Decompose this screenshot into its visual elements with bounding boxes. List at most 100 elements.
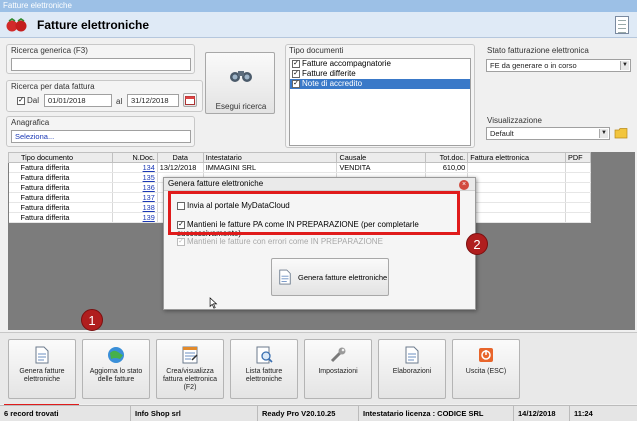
table-cell: 610,00: [425, 162, 469, 173]
table-cell: [467, 202, 566, 213]
date-from-input[interactable]: 01/01/2018: [44, 94, 112, 107]
doc-number-link[interactable]: 136: [112, 182, 158, 193]
elaborazioni-label: Elaborazioni: [392, 368, 432, 375]
tipo-documenti-panel: Tipo documenti ✓ Fatture accompagnatorie …: [285, 44, 475, 148]
impostazioni-label: Impostazioni: [318, 368, 358, 375]
anagrafica-panel: Anagrafica Seleziona...: [6, 116, 195, 147]
chevron-down-icon: ▼: [599, 129, 608, 138]
wrench-icon: [330, 347, 346, 363]
table-cell: Fattura differita: [8, 172, 113, 183]
table-cell: [467, 212, 566, 223]
tipo-item-note-accredito[interactable]: ✓ Note di accredito: [290, 79, 470, 89]
search-input[interactable]: [11, 58, 191, 71]
table-cell: Fattura differita: [8, 192, 113, 203]
anagrafica-label: Anagrafica: [11, 118, 50, 127]
table-cell: [565, 192, 592, 203]
callout-badge-1: 1: [81, 309, 103, 331]
strawberries-logo-icon: [6, 18, 27, 32]
tipo-documenti-list: ✓ Fatture accompagnatorie ✓ Fatture differ…: [289, 58, 471, 146]
checkbox-check-icon: ✓: [292, 69, 300, 78]
table-cell: 13/12/2018: [157, 162, 204, 173]
binoculars-icon: [230, 71, 252, 82]
dal-label: Dal: [27, 96, 40, 105]
column-header[interactable]: Causale: [336, 152, 427, 163]
checkbox-check-icon: ✓: [17, 96, 25, 105]
table-cell: Fattura differita: [8, 182, 113, 193]
table-cell: Fattura differita: [8, 212, 113, 223]
column-header[interactable]: Tipo documento: [8, 152, 113, 163]
table-cell: VENDITA: [336, 162, 427, 173]
elaborazioni-button[interactable]: Elaborazioni: [378, 339, 446, 399]
date-to-input[interactable]: 31/12/2018: [127, 94, 179, 107]
document-icon: [279, 269, 291, 285]
table-cell: [565, 162, 592, 173]
impostazioni-button[interactable]: Impostazioni: [304, 339, 372, 399]
aggiorna-stato-label: Aggiorna lo stato delle fatture: [89, 368, 143, 383]
table-cell: [565, 202, 592, 213]
dal-checkbox[interactable]: ✓ Dal: [17, 96, 39, 105]
genera-fatture-dialog-button-label: Genera fatture elettroniche: [298, 273, 388, 282]
tipo-item-label: Fatture differite: [302, 69, 356, 78]
tipo-item-accompagnatorie[interactable]: ✓ Fatture accompagnatorie: [290, 59, 470, 69]
doc-number-link[interactable]: 138: [112, 202, 158, 213]
doc-number-link[interactable]: 137: [112, 192, 158, 203]
ricerca-data-panel: Ricerca per data fattura ✓ Dal 01/01/2018…: [6, 80, 203, 112]
chevron-down-icon: ▼: [620, 61, 629, 70]
column-header[interactable]: N.Doc.: [111, 152, 158, 163]
tipo-item-label: Note di accredito: [302, 79, 363, 88]
ricerca-data-label: Ricerca per data fattura: [11, 82, 95, 91]
column-header[interactable]: Intestatario: [202, 152, 338, 163]
status-bar: 6 record trovati Info Shop srl Ready Pro…: [0, 405, 637, 421]
exit-icon: [479, 348, 493, 362]
stato-label: Stato fatturazione elettronica: [487, 46, 589, 55]
checkbox-check-icon: ✓: [292, 59, 300, 68]
uscita-label: Uscita (ESC): [465, 368, 507, 375]
crea-visualizza-button[interactable]: Crea/visualizza fattura elettronica (F2): [156, 339, 224, 399]
table-cell: [467, 172, 566, 183]
highlight-box-options: [168, 191, 460, 235]
genera-fatture-button[interactable]: Genera fatture elettroniche: [8, 339, 76, 399]
esegui-ricerca-label: Esegui ricerca: [215, 102, 267, 111]
notes-icon[interactable]: [615, 16, 629, 34]
doc-number-link[interactable]: 134: [112, 162, 158, 173]
column-header[interactable]: PDF: [564, 152, 592, 163]
table-row[interactable]: Fattura differita 134 13/12/2018 IMMAGIN…: [8, 162, 592, 173]
anagrafica-input[interactable]: Seleziona...: [11, 130, 191, 143]
visualizzazione-select[interactable]: Default ▼: [486, 127, 610, 140]
aggiorna-stato-button[interactable]: Aggiorna lo stato delle fatture: [82, 339, 150, 399]
stato-select[interactable]: FE da generare o in corso ▼: [486, 59, 631, 72]
genera-fatture-label: Genera fatture elettroniche: [19, 368, 65, 383]
esegui-ricerca-button[interactable]: Esegui ricerca: [205, 52, 275, 114]
lista-fatture-button[interactable]: Lista fatture elettroniche: [230, 339, 298, 399]
calendar-icon[interactable]: [183, 93, 197, 107]
window-title: Fatture elettroniche: [0, 0, 637, 12]
genera-fatture-dialog-button[interactable]: Genera fatture elettroniche: [271, 258, 389, 296]
uscita-button[interactable]: Uscita (ESC): [452, 339, 520, 399]
visualizzazione-value: Default: [490, 129, 514, 138]
status-company: Info Shop srl: [130, 406, 181, 421]
column-header[interactable]: Tot.doc.: [425, 152, 469, 163]
stato-select-value: FE da generare o in corso: [490, 61, 577, 70]
checkbox-check-icon: ✓: [177, 237, 185, 246]
doc-number-link[interactable]: 135: [112, 172, 158, 183]
tipo-documenti-label: Tipo documenti: [289, 46, 344, 55]
process-document-icon: [405, 346, 419, 364]
table-cell: [565, 212, 592, 223]
close-icon[interactable]: ×: [459, 180, 469, 190]
generate-document-icon: [35, 346, 49, 364]
status-time: 11:24: [569, 406, 593, 421]
column-header[interactable]: Data: [156, 152, 204, 163]
folder-icon[interactable]: [614, 127, 628, 139]
tipo-item-label: Fatture accompagnatorie: [302, 59, 391, 68]
column-header[interactable]: Fattura elettronica: [467, 152, 566, 163]
callout-badge-2: 2: [466, 233, 488, 255]
opt-mantieni-errori: ✓ Mantieni le fatture con errori come IN …: [177, 237, 383, 246]
doc-number-link[interactable]: 139: [112, 212, 158, 223]
status-date: 14/12/2018: [513, 406, 556, 421]
visualizzazione-label: Visualizzazione: [487, 116, 542, 125]
status-licenza: Intestatario licenza : CODICE SRL: [358, 406, 483, 421]
al-label: al: [116, 97, 123, 106]
ricerca-generica-panel: Ricerca generica (F3): [6, 44, 195, 74]
tipo-item-differite[interactable]: ✓ Fatture differite: [290, 69, 470, 79]
table-cell: [565, 172, 592, 183]
